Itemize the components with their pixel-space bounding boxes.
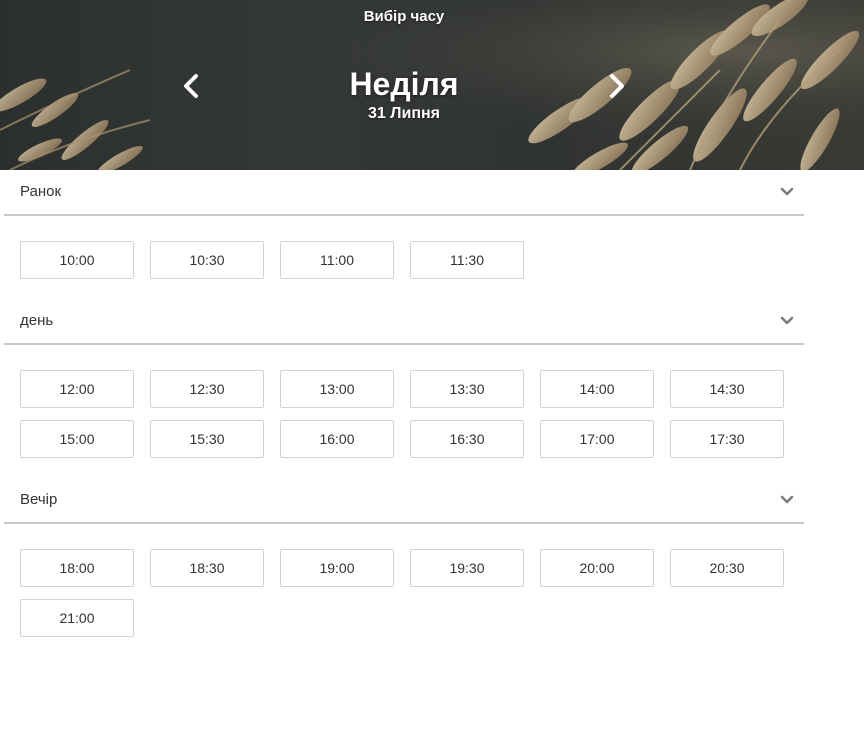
section-header-morning[interactable]: Ранок — [4, 170, 804, 216]
day-date: 31 Липня — [368, 105, 440, 122]
chevron-right-icon[interactable] — [602, 72, 630, 100]
section-header-evening[interactable]: Вечір — [4, 478, 804, 524]
time-slot[interactable]: 14:00 — [540, 370, 654, 408]
time-slot[interactable]: 17:00 — [540, 420, 654, 458]
chevron-down-icon[interactable] — [780, 314, 794, 328]
time-slot[interactable]: 12:00 — [20, 370, 134, 408]
time-slot[interactable]: 10:00 — [20, 241, 134, 279]
time-slot[interactable]: 19:30 — [410, 549, 524, 587]
time-slot[interactable]: 15:00 — [20, 420, 134, 458]
section-label: Ранок — [20, 183, 62, 200]
chevron-down-icon[interactable] — [780, 185, 794, 199]
section-header-day[interactable]: день — [4, 299, 804, 345]
time-slot[interactable]: 17:30 — [670, 420, 784, 458]
time-slot[interactable]: 19:00 — [280, 549, 394, 587]
time-slot[interactable]: 15:30 — [150, 420, 264, 458]
header-title: Вибір часу — [363, 8, 445, 25]
date-header: Вибір часу Неділя 31 Липня — [0, 0, 864, 170]
section-label: Вечір — [20, 491, 58, 508]
time-slot[interactable]: 21:00 — [20, 599, 134, 637]
time-slot[interactable]: 12:30 — [150, 370, 264, 408]
time-slot[interactable]: 14:30 — [670, 370, 784, 408]
time-slot[interactable]: 11:00 — [280, 241, 394, 279]
time-slot[interactable]: 20:30 — [670, 549, 784, 587]
time-slot[interactable]: 18:00 — [20, 549, 134, 587]
time-slot[interactable]: 13:00 — [280, 370, 394, 408]
time-slot[interactable]: 18:30 — [150, 549, 264, 587]
time-slot[interactable]: 16:30 — [410, 420, 524, 458]
day-name: Неділя — [349, 66, 459, 102]
section-label: день — [20, 312, 54, 329]
time-slot[interactable]: 11:30 — [410, 241, 524, 279]
chevron-down-icon[interactable] — [780, 493, 794, 507]
time-slot[interactable]: 13:30 — [410, 370, 524, 408]
time-slot[interactable]: 16:00 — [280, 420, 394, 458]
time-slot[interactable]: 20:00 — [540, 549, 654, 587]
time-slot[interactable]: 10:30 — [150, 241, 264, 279]
